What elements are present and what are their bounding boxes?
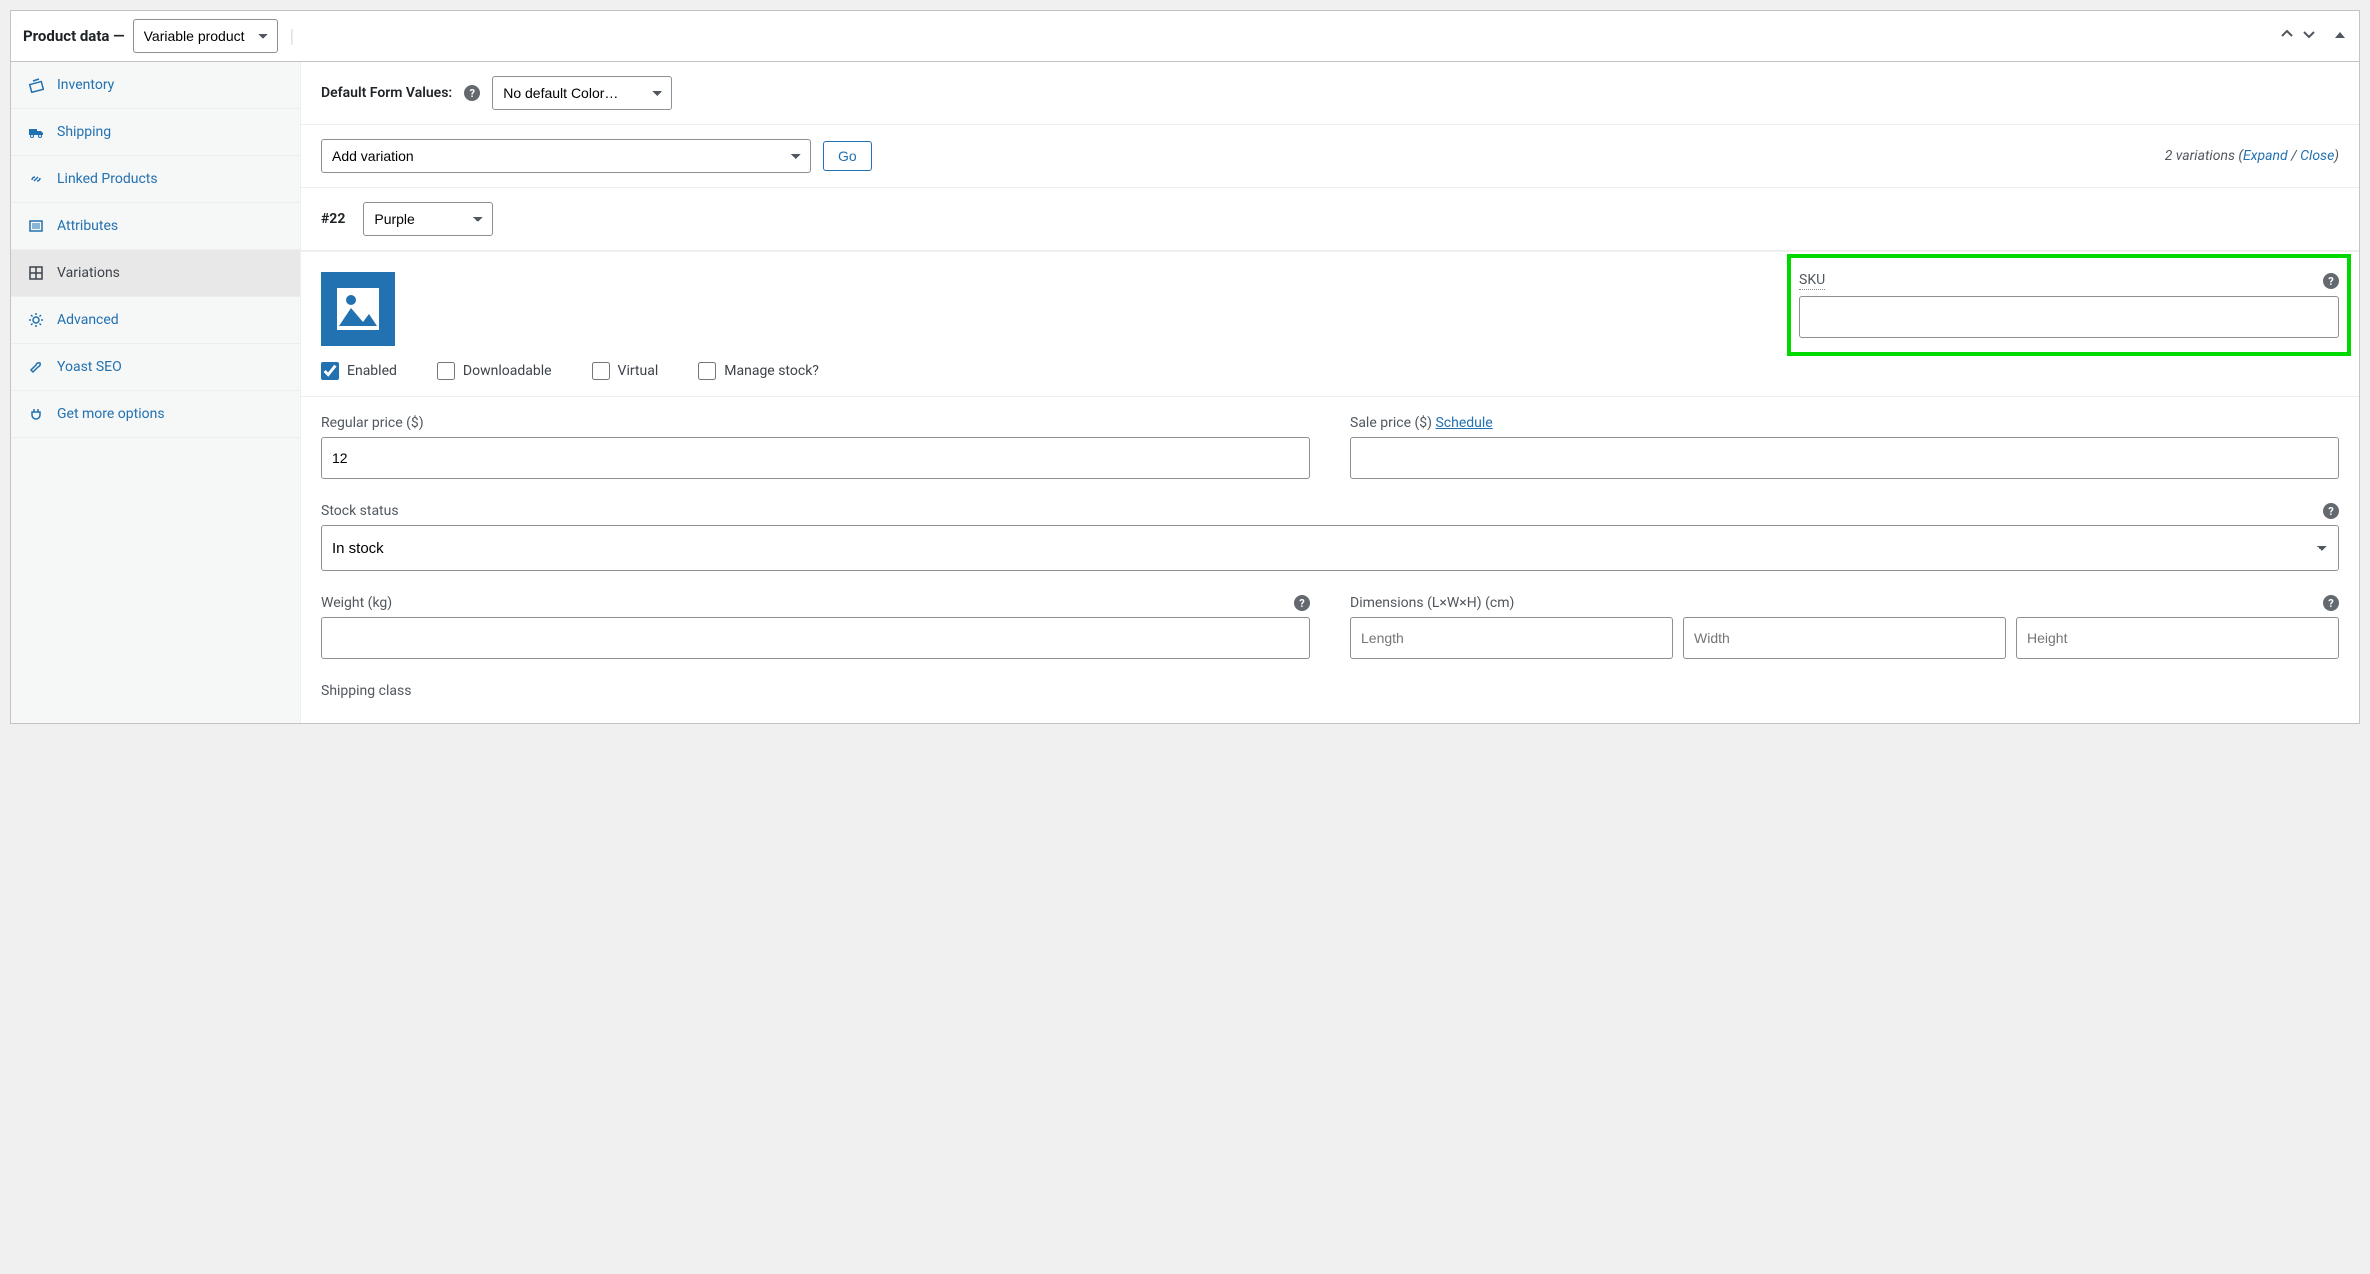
sale-price-input[interactable] <box>1350 437 2339 479</box>
image-placeholder-icon <box>335 286 381 332</box>
variation-image-upload[interactable] <box>321 272 395 346</box>
sidebar-item-advanced[interactable]: Advanced <box>11 297 300 344</box>
sku-label: SKU <box>1799 272 1825 290</box>
variation-header-row[interactable]: #22 Purple <box>301 188 2359 251</box>
panel-header-controls <box>2279 26 2347 46</box>
chevron-up-icon[interactable] <box>2279 26 2295 46</box>
sidebar-item-attributes[interactable]: Attributes <box>11 203 300 250</box>
downloadable-checkbox[interactable] <box>437 362 455 380</box>
sidebar-item-linked-products[interactable]: Linked Products <box>11 156 300 203</box>
schedule-link[interactable]: Schedule <box>1435 415 1492 431</box>
chevron-down-icon[interactable] <box>2301 26 2317 46</box>
default-color-select[interactable]: No default Color… <box>492 76 672 110</box>
separator-pipe: | <box>290 26 294 47</box>
sidebar-item-label: Linked Products <box>57 171 158 187</box>
toggle-panel-icon[interactable] <box>2333 27 2347 46</box>
sidebar-item-inventory[interactable]: Inventory <box>11 62 300 109</box>
main-content: Default Form Values: ? No default Color…… <box>301 62 2359 723</box>
length-input[interactable] <box>1350 617 1673 659</box>
add-variation-select[interactable]: Add variation <box>321 139 811 173</box>
product-data-panel: Product data — Variable product | Invent <box>10 10 2360 724</box>
help-icon[interactable]: ? <box>2323 595 2339 611</box>
regular-price-label: Regular price ($) <box>321 415 1310 431</box>
panel-title: Product data — <box>23 27 125 45</box>
virtual-checkbox-label[interactable]: Virtual <box>592 362 659 380</box>
manage-stock-checkbox[interactable] <box>698 362 716 380</box>
width-input[interactable] <box>1683 617 2006 659</box>
truck-icon <box>27 123 45 141</box>
plug-icon <box>27 405 45 423</box>
sidebar-item-label: Shipping <box>57 124 111 140</box>
weight-input[interactable] <box>321 617 1310 659</box>
help-icon[interactable]: ? <box>2323 273 2339 289</box>
product-type-select[interactable]: Variable product <box>133 19 278 53</box>
list-icon <box>27 217 45 235</box>
sidebar-item-get-more-options[interactable]: Get more options <box>11 391 300 438</box>
manage-stock-checkbox-label[interactable]: Manage stock? <box>698 362 819 380</box>
sidebar-item-label: Inventory <box>57 77 114 93</box>
sidebar-item-label: Get more options <box>57 406 165 422</box>
stock-status-select[interactable]: In stock <box>321 525 2339 571</box>
variations-count: 2 variations ( <box>2165 148 2243 164</box>
help-icon[interactable]: ? <box>1294 595 1310 611</box>
inventory-icon <box>27 76 45 94</box>
downloadable-checkbox-label[interactable]: Downloadable <box>437 362 552 380</box>
sale-price-label: Sale price ($) Schedule <box>1350 415 2339 431</box>
link-icon <box>27 170 45 188</box>
go-button[interactable]: Go <box>823 141 872 171</box>
sidebar-item-yoast-seo[interactable]: Yoast SEO <box>11 344 300 391</box>
variation-attribute-select[interactable]: Purple <box>363 202 493 236</box>
sku-input[interactable] <box>1799 296 2339 338</box>
close-link[interactable]: Close <box>2300 148 2334 164</box>
help-icon[interactable]: ? <box>2323 503 2339 519</box>
height-input[interactable] <box>2016 617 2339 659</box>
dimensions-label: Dimensions (L×W×H) (cm) <box>1350 595 1514 611</box>
grid-icon <box>27 264 45 282</box>
sidebar: Inventory Shipping Linked Products Attri… <box>11 62 301 723</box>
sidebar-item-label: Attributes <box>57 218 118 234</box>
enabled-checkbox-label[interactable]: Enabled <box>321 362 397 380</box>
shipping-class-label: Shipping class <box>321 683 2339 699</box>
default-form-values-label: Default Form Values: <box>321 85 452 101</box>
panel-header: Product data — Variable product | <box>11 11 2359 62</box>
sidebar-item-variations[interactable]: Variations <box>11 250 300 297</box>
sidebar-item-shipping[interactable]: Shipping <box>11 109 300 156</box>
expand-link[interactable]: Expand <box>2243 148 2288 164</box>
variations-meta: 2 variations (Expand / Close) <box>2165 148 2339 164</box>
variation-id: #22 <box>321 211 345 227</box>
enabled-checkbox[interactable] <box>321 362 339 380</box>
sidebar-item-label: Variations <box>57 265 120 281</box>
sidebar-item-label: Advanced <box>57 312 119 328</box>
wrench-icon <box>27 358 45 376</box>
virtual-checkbox[interactable] <box>592 362 610 380</box>
weight-label: Weight (kg) <box>321 595 392 611</box>
stock-status-label: Stock status <box>321 503 399 519</box>
help-icon[interactable]: ? <box>464 85 480 101</box>
gear-icon <box>27 311 45 329</box>
sidebar-item-label: Yoast SEO <box>57 359 122 375</box>
regular-price-input[interactable] <box>321 437 1310 479</box>
